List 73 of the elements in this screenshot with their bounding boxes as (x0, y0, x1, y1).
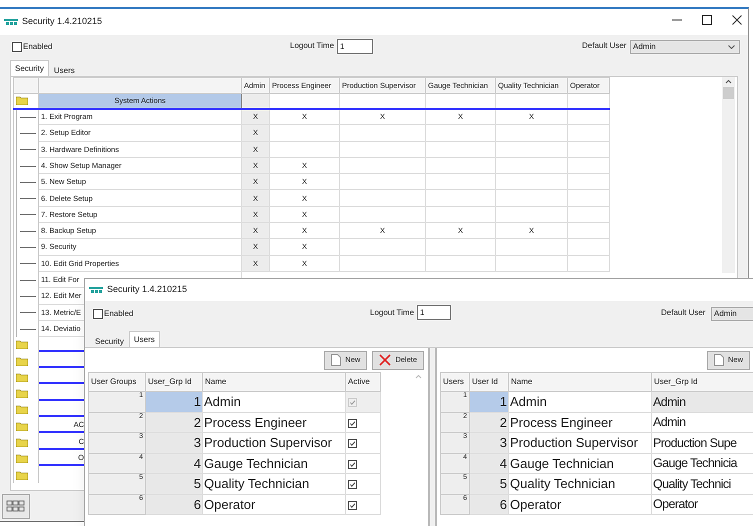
table-cell[interactable]: 2 (470, 412, 508, 432)
table-cell[interactable]: 5 (470, 474, 508, 494)
folder-icon (16, 438, 28, 448)
table-cell: Admin (652, 392, 753, 412)
folder-icon (16, 372, 28, 382)
app-icon (89, 286, 103, 294)
table-cell[interactable]: 2 (146, 412, 202, 432)
table-cell: Process Engineer (508, 412, 652, 432)
close-icon[interactable] (732, 15, 742, 25)
table-cell: Production Supervisor (202, 432, 346, 453)
close-icon (379, 354, 392, 366)
column-header: Name (202, 372, 346, 392)
tab[interactable]: Users (128, 331, 160, 347)
grid-view-button[interactable] (2, 494, 30, 518)
table-cell[interactable]: 5 (146, 474, 202, 494)
maximize-icon[interactable] (702, 15, 712, 25)
column-header: Active (346, 372, 380, 392)
app-icon (4, 18, 18, 26)
grid-icon (6, 500, 26, 512)
table-cell: Quality Technician (508, 474, 652, 494)
logout-time-field[interactable]: 1 (417, 305, 451, 320)
column-header: Users (440, 372, 470, 392)
table-cell: Admin (202, 392, 346, 412)
column-header: User Groups (88, 372, 146, 392)
document-icon (714, 354, 724, 366)
default-user-dropdown[interactable]: Admin (711, 307, 753, 321)
default-user-dropdown[interactable]: Admin (630, 40, 740, 54)
checkbox[interactable] (93, 309, 103, 319)
table-cell: Gauge Technician (508, 453, 652, 474)
scrollbar-thumb[interactable] (723, 87, 734, 99)
checkbox[interactable] (348, 460, 357, 468)
table-cell: Quality Technician (202, 474, 346, 494)
folder-icon (16, 454, 28, 464)
tab[interactable]: Security (10, 60, 49, 76)
default-user-label: Default User (661, 307, 706, 319)
folder-icon (16, 356, 28, 366)
checkbox[interactable] (348, 439, 357, 448)
table-cell[interactable]: 4 (146, 453, 202, 474)
table-cell[interactable]: 6 (470, 494, 508, 514)
caret-icon (728, 45, 735, 49)
checkbox[interactable] (348, 418, 357, 428)
column-header: Name (508, 372, 652, 392)
enabled-label: Enabled (23, 41, 52, 53)
folder-icon (16, 422, 28, 431)
table-cell[interactable]: 6 (146, 494, 202, 514)
folder-icon (16, 389, 28, 398)
document-icon (331, 354, 342, 366)
logout-time-label: Logout Time (370, 307, 414, 319)
folder-icon (16, 96, 28, 106)
table-cell: Process Engineer (202, 412, 346, 432)
table-cell[interactable]: 4 (470, 453, 508, 474)
column-header: User_Grp Id (146, 372, 202, 392)
checkbox[interactable] (348, 480, 357, 489)
window-title: Security 1.4.210215 (22, 15, 102, 28)
default-user-label: Default User (582, 40, 626, 52)
enabled-label: Enabled (104, 308, 134, 320)
table-cell[interactable]: 3 (470, 432, 508, 453)
folder-icon (16, 470, 28, 480)
table-cell: Admin (508, 392, 652, 412)
folder-icon (16, 405, 28, 414)
column-header: User_Grp Id (652, 372, 753, 392)
table-cell: Operator (508, 494, 652, 514)
table-cell: Operator (202, 494, 346, 514)
logout-time-field[interactable]: 1 (337, 39, 373, 54)
table-cell[interactable]: 1 (470, 392, 508, 412)
logout-time-label: Logout Time (290, 40, 334, 52)
table-cell: Production Supervisor (508, 432, 652, 453)
checkbox[interactable] (348, 500, 357, 510)
checkbox[interactable] (12, 42, 22, 52)
table-cell: Gauge Technician (202, 453, 346, 474)
column-header: User Id (470, 372, 508, 392)
folder-icon (16, 340, 28, 350)
table-cell[interactable]: 3 (146, 432, 202, 453)
